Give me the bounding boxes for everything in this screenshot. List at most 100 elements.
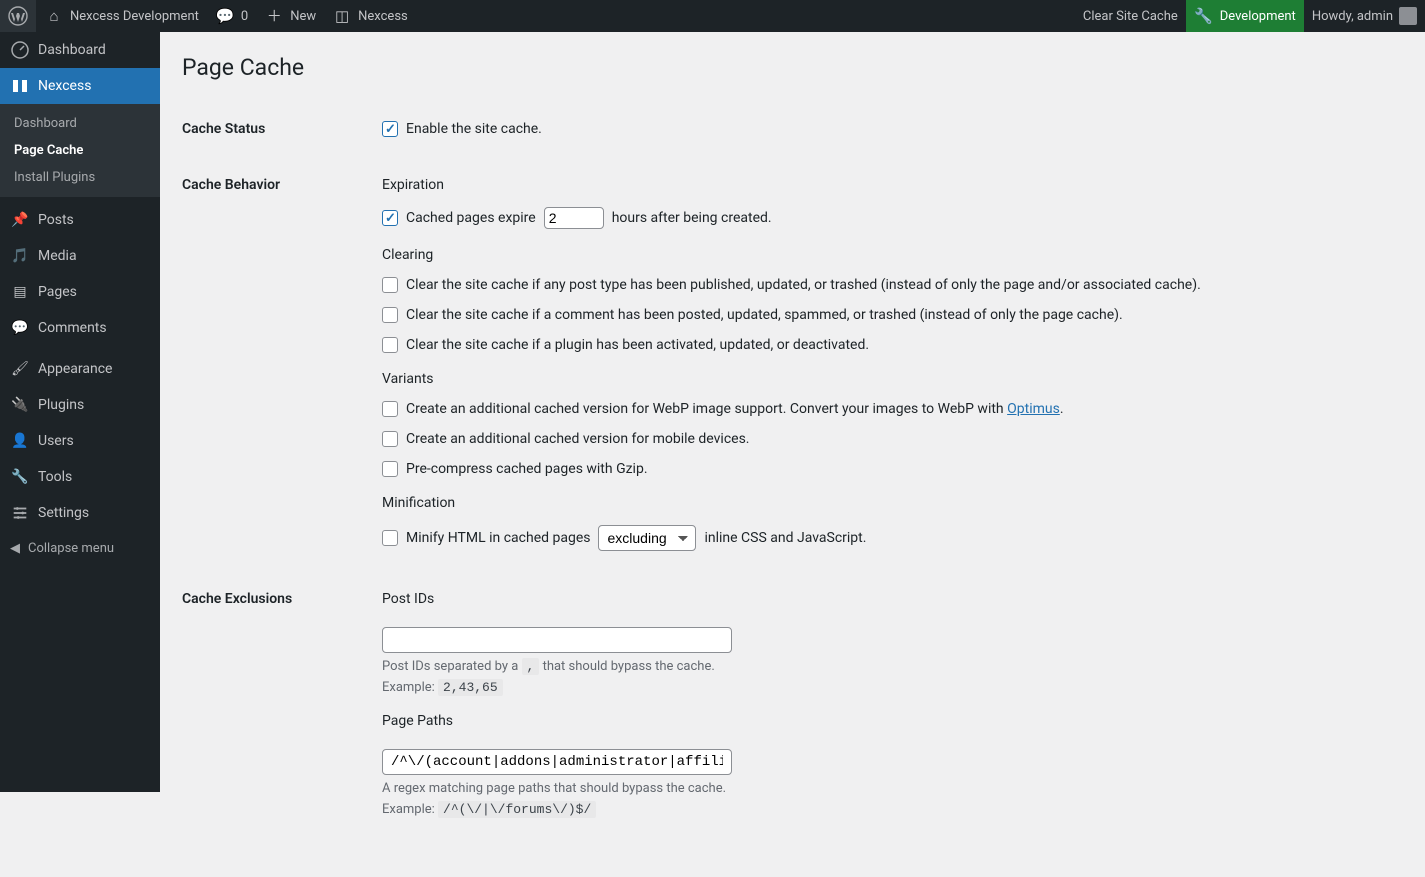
- clear-plugin-row[interactable]: Clear the site cache if a plugin has bee…: [382, 337, 1401, 353]
- pin-icon: 📌: [10, 210, 30, 230]
- sidebar-item-posts[interactable]: 📌 Posts: [0, 202, 160, 238]
- section-heading-cache-status: Cache Status: [182, 101, 382, 157]
- clear-plugin-label: Clear the site cache if a plugin has bee…: [406, 337, 869, 353]
- variant-mobile-checkbox[interactable]: [382, 431, 398, 447]
- submenu-install-plugins[interactable]: Install Plugins: [0, 164, 160, 191]
- clear-site-cache[interactable]: Clear Site Cache: [1075, 0, 1186, 32]
- wordpress-logo[interactable]: [0, 0, 36, 32]
- sidebar-item-users[interactable]: 👤 Users: [0, 423, 160, 459]
- minify-select[interactable]: excluding: [598, 525, 696, 551]
- post-ids-sep-code: ,: [522, 658, 540, 675]
- nexcess-logo-icon: [10, 76, 30, 96]
- page-paths-desc: A regex matching page paths that should …: [382, 781, 1401, 796]
- avatar: [1399, 7, 1417, 25]
- howdy-text: Howdy, admin: [1312, 9, 1393, 24]
- clear-comment-checkbox[interactable]: [382, 307, 398, 323]
- post-ids-example-code: 2,43,65: [438, 679, 503, 696]
- minify-row[interactable]: Minify HTML in cached pages excluding in…: [382, 525, 1401, 551]
- clear-plugin-checkbox[interactable]: [382, 337, 398, 353]
- comment-icon: 💬: [10, 318, 30, 338]
- brush-icon: 🖌: [10, 359, 30, 379]
- sidebar-item-label: Settings: [38, 505, 89, 521]
- expire-checkbox[interactable]: [382, 210, 398, 226]
- site-name: Nexcess Development: [70, 9, 199, 24]
- page-paths-label: Page Paths: [382, 713, 1401, 729]
- user-icon: 👤: [10, 431, 30, 451]
- clear-post-row[interactable]: Clear the site cache if any post type ha…: [382, 277, 1401, 293]
- sidebar-item-settings[interactable]: Settings: [0, 495, 160, 531]
- sidebar-item-appearance[interactable]: 🖌 Appearance: [0, 351, 160, 387]
- plugin-icon: 🔌: [10, 395, 30, 415]
- account-link[interactable]: Howdy, admin: [1304, 0, 1425, 32]
- site-link[interactable]: ⌂ Nexcess Development: [36, 0, 207, 32]
- enable-cache-row[interactable]: Enable the site cache.: [382, 121, 1401, 137]
- variants-label: Variants: [382, 371, 1401, 387]
- post-ids-example: Example: 2,43,65: [382, 680, 1401, 695]
- sidebar-item-label: Comments: [38, 320, 107, 336]
- sidebar-item-label: Nexcess: [38, 78, 91, 94]
- comment-icon: 💬: [215, 9, 235, 24]
- comments-count: 0: [241, 9, 248, 24]
- clear-post-label: Clear the site cache if any post type ha…: [406, 277, 1201, 293]
- comments-link[interactable]: 💬 0: [207, 0, 256, 32]
- collapse-icon: ◀: [10, 541, 20, 556]
- post-ids-label: Post IDs: [382, 591, 1401, 607]
- new-label: New: [290, 9, 316, 24]
- expire-hours-input[interactable]: [544, 207, 604, 229]
- sidebar-item-label: Plugins: [38, 397, 84, 413]
- sidebar-item-comments[interactable]: 💬 Comments: [0, 310, 160, 346]
- sidebar-item-pages[interactable]: ▤ Pages: [0, 274, 160, 310]
- sidebar-item-media[interactable]: 🎵 Media: [0, 238, 160, 274]
- post-ids-desc: Post IDs separated by a , that should by…: [382, 659, 1401, 674]
- post-ids-input[interactable]: [382, 627, 732, 653]
- sidebar-item-plugins[interactable]: 🔌 Plugins: [0, 387, 160, 423]
- variant-gzip-row[interactable]: Pre-compress cached pages with Gzip.: [382, 461, 1401, 477]
- page-title: Page Cache: [182, 54, 1401, 81]
- submenu-dashboard[interactable]: Dashboard: [0, 110, 160, 137]
- dashboard-icon: [10, 40, 30, 60]
- clear-post-checkbox[interactable]: [382, 277, 398, 293]
- clear-comment-row[interactable]: Clear the site cache if a comment has be…: [382, 307, 1401, 323]
- plus-icon: ＋: [264, 9, 284, 24]
- expire-row[interactable]: Cached pages expire hours after being cr…: [382, 207, 1401, 229]
- sidebar-item-dashboard[interactable]: Dashboard: [0, 32, 160, 68]
- sidebar-item-label: Tools: [38, 469, 72, 485]
- admin-toolbar: ⌂ Nexcess Development 💬 0 ＋ New ◫ Nexces…: [0, 0, 1425, 32]
- variant-mobile-row[interactable]: Create an additional cached version for …: [382, 431, 1401, 447]
- clear-comment-label: Clear the site cache if a comment has be…: [406, 307, 1123, 323]
- nexcess-link[interactable]: ◫ Nexcess: [324, 0, 416, 32]
- sidebar-item-label: Media: [38, 248, 77, 264]
- optimus-link[interactable]: Optimus: [1007, 401, 1060, 417]
- variant-webp-prefix: Create an additional cached version for …: [406, 401, 1007, 417]
- admin-sidebar: Dashboard Nexcess Dashboard Page Cache I…: [0, 32, 160, 792]
- variant-webp-suffix: .: [1060, 401, 1064, 417]
- variant-gzip-label: Pre-compress cached pages with Gzip.: [406, 461, 648, 477]
- variant-gzip-checkbox[interactable]: [382, 461, 398, 477]
- development-env[interactable]: 🔧 Development: [1186, 0, 1304, 32]
- submenu-page-cache[interactable]: Page Cache: [0, 137, 160, 164]
- sidebar-item-label: Dashboard: [38, 42, 106, 58]
- wrench-icon: 🔧: [1194, 9, 1214, 24]
- nexcess-icon: ◫: [332, 9, 352, 24]
- main-content: Page Cache Cache Status Enable the site …: [160, 32, 1425, 877]
- sidebar-item-label: Users: [38, 433, 74, 449]
- collapse-menu[interactable]: ◀ Collapse menu: [0, 531, 160, 566]
- section-heading-cache-behavior: Cache Behavior: [182, 157, 382, 571]
- minify-checkbox[interactable]: [382, 530, 398, 546]
- expire-prefix: Cached pages expire: [406, 210, 536, 226]
- minify-suffix: inline CSS and JavaScript.: [704, 530, 866, 546]
- page-paths-example: Example: /^(\/|\/forums\/)$/: [382, 802, 1401, 817]
- enable-cache-checkbox[interactable]: [382, 121, 398, 137]
- page-paths-example-code: /^(\/|\/forums\/)$/: [438, 801, 596, 818]
- sidebar-item-tools[interactable]: 🔧 Tools: [0, 459, 160, 495]
- sidebar-item-label: Appearance: [38, 361, 112, 377]
- variant-webp-checkbox[interactable]: [382, 401, 398, 417]
- sidebar-item-nexcess[interactable]: Nexcess: [0, 68, 160, 104]
- home-icon: ⌂: [44, 9, 64, 24]
- sidebar-item-label: Pages: [38, 284, 77, 300]
- sidebar-item-label: Posts: [38, 212, 74, 228]
- settings-icon: [10, 503, 30, 523]
- new-link[interactable]: ＋ New: [256, 0, 324, 32]
- variant-webp-row[interactable]: Create an additional cached version for …: [382, 401, 1401, 417]
- page-paths-input[interactable]: [382, 749, 732, 775]
